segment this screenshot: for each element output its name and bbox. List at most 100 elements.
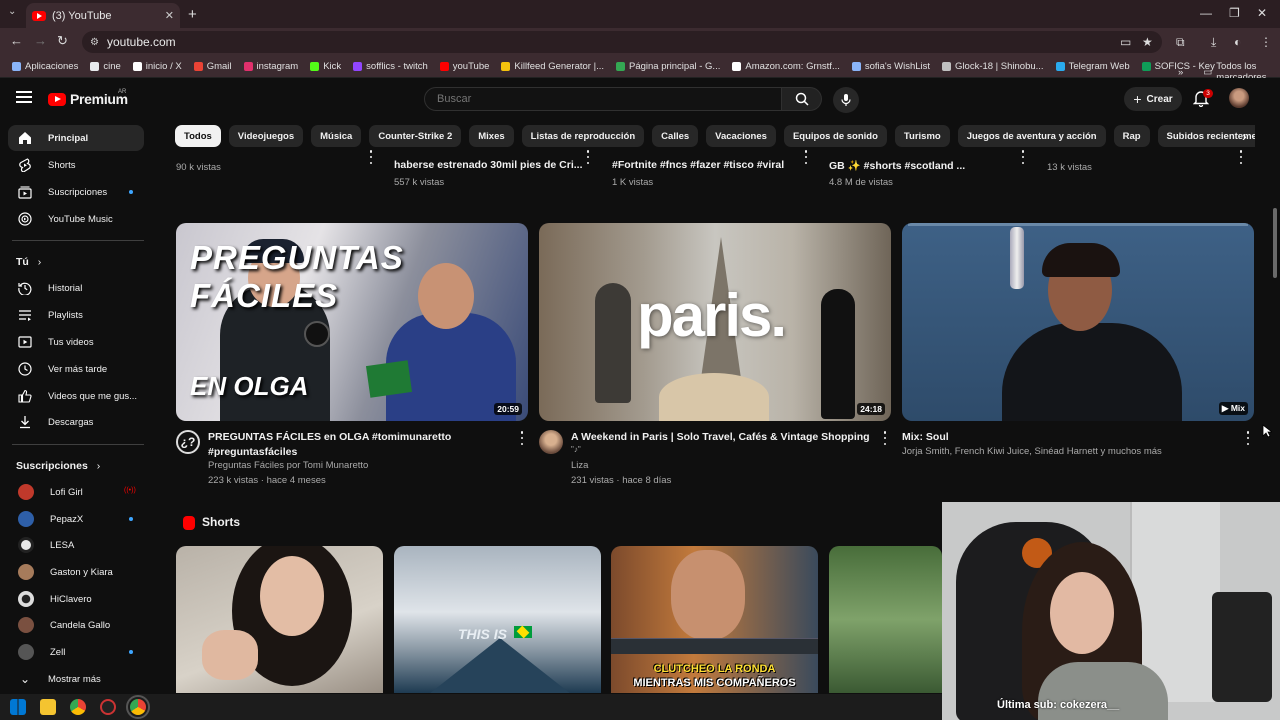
you-section-header[interactable]: Tú › bbox=[16, 256, 41, 268]
filter-chip[interactable]: Mixes bbox=[469, 125, 514, 147]
subscription-gaston-y-kiara[interactable]: Gaston y Kiara bbox=[8, 559, 144, 585]
sidebar-item-descargas[interactable]: Descargas bbox=[8, 409, 144, 435]
bookmark-item[interactable]: sofia's WishList bbox=[846, 61, 936, 72]
more-actions-icon[interactable] bbox=[1021, 150, 1025, 164]
subscription-lesa[interactable]: LESA bbox=[8, 532, 144, 558]
channel-avatar[interactable] bbox=[539, 430, 563, 454]
filter-chip[interactable]: Juegos de aventura y acción bbox=[957, 125, 1106, 147]
short-thumbnail[interactable]: THIS IS bbox=[394, 546, 601, 693]
short-thumbnail[interactable] bbox=[829, 546, 942, 693]
tab-close-icon[interactable]: ✕ bbox=[165, 9, 174, 22]
mix-thumbnail[interactable]: ▶ Mix bbox=[902, 223, 1254, 421]
bookmark-item[interactable]: inicio / X bbox=[127, 61, 188, 72]
video-title[interactable]: PREGUNTAS FÁCILES en OLGA #tomimunaretto… bbox=[208, 430, 508, 460]
sidebar-item-tus-videos[interactable]: Tus videos bbox=[8, 329, 144, 355]
more-actions-icon[interactable] bbox=[586, 150, 590, 164]
menu-hamburger-icon[interactable] bbox=[16, 91, 32, 103]
filter-chip[interactable]: Rap bbox=[1113, 125, 1150, 147]
subscription-candela-gallo[interactable]: Candela Gallo bbox=[8, 612, 144, 638]
browser-tab-youtube[interactable]: (3) YouTube ✕ bbox=[26, 3, 180, 28]
site-info-icon[interactable]: ⚙ bbox=[90, 37, 99, 48]
download-icon[interactable]: ⤓ bbox=[1211, 35, 1216, 50]
more-actions-icon[interactable] bbox=[1246, 431, 1250, 445]
video-thumbnail[interactable]: paris. 24:18 bbox=[539, 223, 891, 421]
forward-icon[interactable]: → bbox=[34, 33, 47, 48]
subscription-pepazx[interactable]: PepazX bbox=[8, 506, 144, 532]
filter-chip[interactable]: Counter-Strike 2 bbox=[369, 125, 462, 147]
sidebar-item-ver-mas-tarde[interactable]: Ver más tarde bbox=[8, 356, 144, 382]
top-video-title[interactable]: haberse estrenado 30mil pies de Cri... bbox=[394, 159, 583, 171]
filter-chip[interactable]: Equipos de sonido bbox=[783, 125, 887, 147]
filter-chip[interactable]: Listas de reproducción bbox=[521, 125, 645, 147]
minimize-icon[interactable]: — bbox=[1200, 6, 1212, 20]
bookmark-item[interactable]: Killfeed Generator |... bbox=[495, 61, 610, 72]
bookmark-item[interactable]: Amazon.com: Grnstf... bbox=[726, 61, 846, 72]
filter-chip[interactable]: Calles bbox=[652, 125, 699, 147]
short-thumbnail[interactable] bbox=[176, 546, 383, 693]
more-actions-icon[interactable] bbox=[1239, 150, 1243, 164]
top-video-title[interactable]: GB ✨ #shorts #scotland ... bbox=[829, 159, 965, 172]
windows-start-icon[interactable] bbox=[10, 699, 26, 715]
bookmark-item[interactable]: Glock-18 | Shinobu... bbox=[936, 61, 1050, 72]
filter-chip[interactable]: Todos bbox=[175, 125, 221, 147]
sidebar-item-shorts[interactable]: Shorts bbox=[8, 152, 144, 178]
top-video-title[interactable]: #Fortnite #fncs #fazer #tisco #viral bbox=[612, 159, 784, 171]
bookmark-item[interactable]: sofflics - twitch bbox=[347, 61, 434, 72]
profile-extension-icon[interactable]: ◐ bbox=[1234, 35, 1241, 49]
show-more-button[interactable]: ⌄ Mostrar más bbox=[8, 666, 144, 692]
filter-chip[interactable]: Videojuegos bbox=[228, 125, 304, 147]
short-thumbnail[interactable]: CLUTCHEO LA RONDA MIENTRAS MIS COMPAÑERO… bbox=[611, 546, 818, 693]
channel-name[interactable]: Preguntas Fáciles por Tomi Munaretto bbox=[208, 460, 368, 471]
filter-chip[interactable]: Turismo bbox=[894, 125, 950, 147]
sidebar-item-principal[interactable]: Principal bbox=[8, 125, 144, 151]
back-icon[interactable]: ← bbox=[10, 33, 23, 48]
search-button[interactable] bbox=[782, 87, 822, 111]
sidebar-item-playlists[interactable]: Playlists bbox=[8, 302, 144, 328]
voice-search-button[interactable] bbox=[833, 87, 859, 113]
bookmark-item[interactable]: instagram bbox=[238, 61, 305, 72]
cast-icon[interactable]: ▭ bbox=[1120, 35, 1131, 49]
sidebar-item-videos-que-me-gustan[interactable]: Videos que me gus... bbox=[8, 383, 144, 409]
sidebar-item-historial[interactable]: Historial bbox=[8, 275, 144, 301]
scrollbar-thumb[interactable] bbox=[1273, 208, 1277, 278]
more-actions-icon[interactable] bbox=[520, 431, 524, 445]
subscription-zell[interactable]: Zell bbox=[8, 639, 144, 665]
browser-menu-icon[interactable]: ⋮ bbox=[1260, 35, 1272, 49]
bookmark-item[interactable]: cine bbox=[84, 61, 126, 72]
filter-chip[interactable]: Música bbox=[311, 125, 362, 147]
bookmark-item[interactable]: Telegram Web bbox=[1050, 61, 1136, 72]
url-bar[interactable]: ⚙ youtube.com bbox=[82, 31, 1162, 53]
chips-next-icon[interactable]: › bbox=[1242, 128, 1247, 144]
bookmark-star-icon[interactable]: ★ bbox=[1142, 35, 1153, 49]
bookmark-item[interactable]: Gmail bbox=[188, 61, 238, 72]
channel-avatar[interactable]: ¿? bbox=[176, 430, 200, 454]
youtube-premium-logo[interactable]: Premium bbox=[48, 91, 128, 107]
more-actions-icon[interactable] bbox=[369, 150, 373, 164]
video-thumbnail[interactable]: PREGUNTAS FÁCILES EN OLGA 20:59 bbox=[176, 223, 528, 421]
extensions-icon[interactable]: ⧉ bbox=[1176, 35, 1185, 50]
new-tab-icon[interactable]: + bbox=[188, 6, 197, 23]
bookmark-item[interactable]: Kick bbox=[304, 61, 347, 72]
bookmarks-more-icon[interactable]: » bbox=[1178, 67, 1183, 78]
search-input[interactable] bbox=[424, 87, 782, 111]
close-window-icon[interactable]: ✕ bbox=[1257, 6, 1267, 20]
subscription-lofi-girl[interactable]: Lofi Girl ((•)) bbox=[8, 479, 144, 505]
tab-search-icon[interactable]: ⌄ bbox=[8, 6, 16, 17]
bookmark-item[interactable]: Página principal - G... bbox=[610, 61, 726, 72]
more-actions-icon[interactable] bbox=[804, 150, 808, 164]
filter-chip[interactable]: Subidos recientemente bbox=[1157, 125, 1255, 147]
video-title[interactable]: A Weekend in Paris | Solo Travel, Cafés … bbox=[571, 430, 871, 445]
create-button[interactable]: + Crear bbox=[1124, 87, 1182, 111]
bookmark-item[interactable]: youTube bbox=[434, 61, 496, 72]
sidebar-item-youtube-music[interactable]: YouTube Music bbox=[8, 206, 144, 232]
restore-icon[interactable]: ❐ bbox=[1229, 6, 1240, 20]
chrome-active-icon[interactable] bbox=[126, 695, 150, 719]
subscriptions-section-header[interactable]: Suscripciones › bbox=[16, 460, 100, 472]
more-actions-icon[interactable] bbox=[883, 431, 887, 445]
filter-chip[interactable]: Vacaciones bbox=[706, 125, 776, 147]
bookmark-item[interactable]: Aplicaciones bbox=[6, 61, 84, 72]
account-avatar[interactable] bbox=[1229, 88, 1249, 108]
channel-name[interactable]: Liza bbox=[571, 460, 588, 471]
subscription-hiclavero[interactable]: HiClavero bbox=[8, 586, 144, 612]
video-title[interactable]: Mix: Soul bbox=[902, 430, 1232, 445]
